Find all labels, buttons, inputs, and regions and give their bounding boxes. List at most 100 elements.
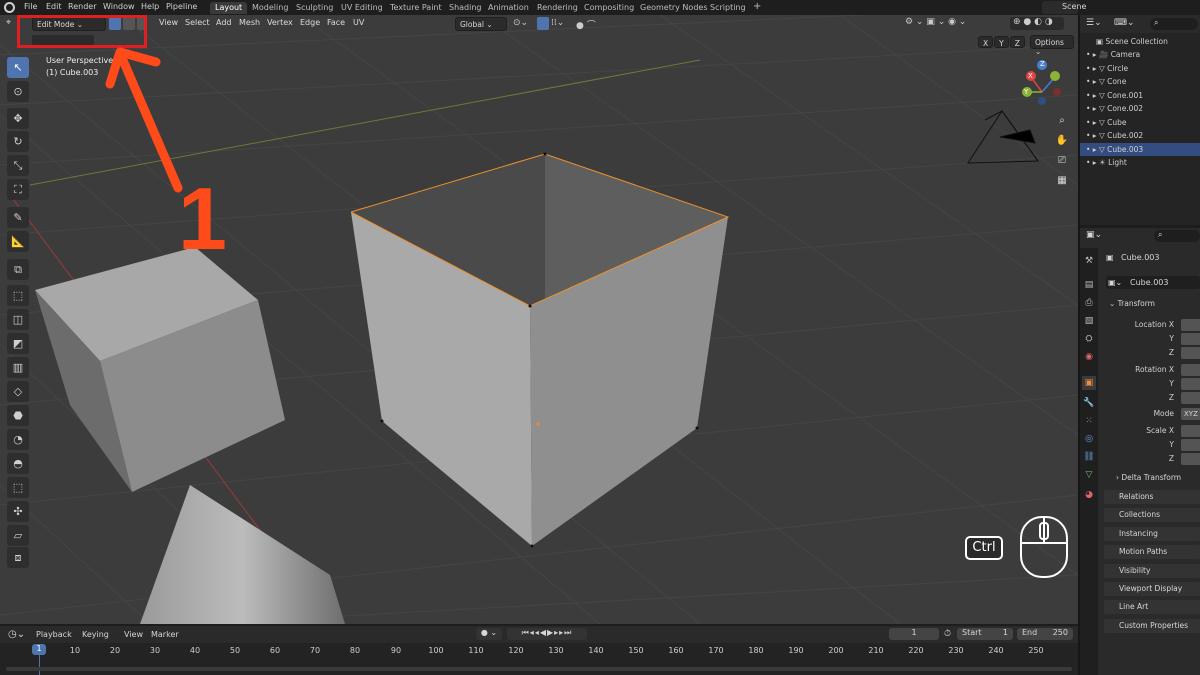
rotation-z-field[interactable] — [1181, 392, 1200, 404]
scale-tool-icon[interactable]: ⤡ — [7, 155, 29, 176]
menu-window[interactable]: Window — [103, 2, 135, 11]
menu-file[interactable]: File — [24, 2, 37, 11]
gizmo-x-label[interactable]: X — [1028, 72, 1033, 80]
orientation-dropdown[interactable]: Global ⌄ — [455, 17, 507, 31]
rotation-y-field[interactable] — [1181, 378, 1200, 390]
pivot-icon[interactable]: ⊙⌄ — [513, 18, 531, 30]
pan-hand-icon[interactable]: ✋ — [1054, 135, 1070, 151]
scale-y-field[interactable] — [1181, 439, 1200, 451]
grid-view-icon[interactable]: ▦ — [1054, 175, 1070, 191]
shading-buttons[interactable]: ⊕ ● ◐ ◑ — [1010, 17, 1064, 30]
tab-compositing[interactable]: Compositing — [579, 2, 639, 14]
scene-name[interactable]: Scene — [1062, 2, 1086, 11]
delta-transform-section[interactable]: › Delta Transform — [1116, 473, 1200, 485]
outliner-row-cone[interactable]: • ▸ ▽ Cone — [1080, 75, 1200, 89]
axis-lock-buttons[interactable]: X Y Z — [978, 36, 1025, 48]
tab-shading[interactable]: Shading — [444, 2, 487, 14]
shrink-fatten-tool-icon[interactable]: ✣ — [7, 501, 29, 522]
outliner-row-cube-002[interactable]: • ▸ ▽ Cube.002 — [1080, 129, 1200, 143]
instancing-section[interactable]: Instancing — [1104, 527, 1200, 541]
outliner-search-input[interactable]: ⌕ — [1150, 18, 1198, 30]
axis-x-button[interactable]: X — [978, 36, 994, 48]
axis-z-button[interactable]: Z — [1009, 36, 1025, 48]
menu-edit[interactable]: Edit — [46, 2, 62, 11]
data-tab-icon[interactable]: ▽ — [1082, 468, 1096, 482]
rotation-mode-dropdown[interactable]: XYZ — [1181, 408, 1200, 420]
menu-mesh[interactable]: Mesh — [239, 18, 260, 27]
outliner-row-camera[interactable]: • ▸ 🎥 Camera — [1080, 48, 1200, 62]
inset-tool-icon[interactable]: ◫ — [7, 309, 29, 330]
outliner-row-cube-003[interactable]: • ▸ ▽ Cube.003 — [1080, 142, 1200, 156]
modifier-tab-icon[interactable]: 🔧 — [1082, 396, 1096, 410]
outliner-type-icon[interactable]: ☰⌄ — [1086, 18, 1102, 28]
tab-sculpting[interactable]: Sculpting — [291, 2, 338, 14]
snap-icon[interactable] — [537, 17, 549, 30]
menu-pipeline[interactable]: Pipeline — [166, 2, 197, 11]
snap-options-icon[interactable]: ⁞⁞⌄ — [551, 18, 569, 30]
gizmo-y-label[interactable]: Y — [1024, 88, 1028, 96]
move-tool-icon[interactable]: ✥ — [7, 108, 29, 129]
loop-cut-tool-icon[interactable]: ▥ — [7, 357, 29, 378]
collections-section[interactable]: Collections — [1104, 508, 1200, 522]
location-y-field[interactable] — [1181, 333, 1200, 345]
world-tab-icon[interactable]: ◉ — [1082, 350, 1096, 364]
scale-x-field[interactable] — [1181, 425, 1200, 437]
menu-playback[interactable]: Playback — [36, 630, 72, 639]
add-cube-tool-icon[interactable]: ⧉ — [7, 259, 29, 280]
menu-help[interactable]: Help — [141, 2, 159, 11]
bevel-tool-icon[interactable]: ◩ — [7, 333, 29, 354]
tool-tab-icon[interactable]: ⚒ — [1082, 254, 1096, 268]
cursor-tool-icon[interactable]: ⊙ — [7, 81, 29, 102]
overlay-icons[interactable]: ⚙ ⌄ ▣ ⌄ ◉ ⌄ — [905, 17, 975, 30]
outliner-row-light[interactable]: • ▸ ☀ Light — [1080, 156, 1200, 170]
outliner-row-cone-002[interactable]: • ▸ ▽ Cone.002 — [1080, 102, 1200, 116]
zoom-icon[interactable]: ⌕ — [1054, 115, 1070, 131]
motion-paths-section[interactable]: Motion Paths — [1104, 545, 1200, 559]
material-tab-icon[interactable]: ◕ — [1082, 488, 1096, 502]
transform-section[interactable]: ⌄ Transform — [1104, 297, 1200, 311]
outliner-row-cone-001[interactable]: • ▸ ▽ Cone.001 — [1080, 89, 1200, 103]
menu-vertex[interactable]: Vertex — [267, 18, 293, 27]
current-frame-field[interactable]: 1 — [889, 628, 939, 640]
timeline-editor-icon[interactable]: ◷⌄ — [8, 629, 25, 640]
scene-tab-icon[interactable]: ⛭ — [1082, 332, 1096, 346]
measure-tool-icon[interactable]: 📐 — [7, 231, 29, 252]
transform-tool-icon[interactable]: ⛶ — [7, 179, 29, 200]
menu-view[interactable]: View — [159, 18, 178, 27]
particles-tab-icon[interactable]: ⁙ — [1082, 414, 1096, 428]
render-tab-icon[interactable]: ▤ — [1082, 278, 1096, 292]
shear-tool-icon[interactable]: ▱ — [7, 525, 29, 546]
playhead[interactable]: 1 — [32, 644, 46, 655]
menu-select[interactable]: Select — [185, 18, 210, 27]
menu-face[interactable]: Face — [327, 18, 345, 27]
extrude-tool-icon[interactable]: ⬚ — [7, 285, 29, 306]
proportional-edit-icon[interactable]: ● ⌒ — [576, 18, 606, 31]
camera-view-icon[interactable]: ⎚ — [1054, 155, 1070, 171]
scale-z-field[interactable] — [1181, 453, 1200, 465]
blender-logo-icon[interactable] — [4, 2, 15, 13]
tab-uv-editing[interactable]: UV Editing — [336, 2, 388, 14]
view-layer-tab-icon[interactable]: ▧ — [1082, 314, 1096, 328]
custom-properties-section[interactable]: Custom Properties — [1104, 619, 1200, 633]
3d-viewport[interactable]: Z X Y ⌖ Edit Mode ⌄ View Select Add Mesh… — [0, 15, 1078, 624]
smooth-tool-icon[interactable]: ◓ — [7, 453, 29, 474]
start-frame-field[interactable]: Start 1 — [957, 628, 1013, 640]
menu-add[interactable]: Add — [216, 18, 232, 27]
properties-search-input[interactable]: ⌕ — [1154, 230, 1200, 242]
menu-uv[interactable]: UV — [353, 18, 364, 27]
tab-texture-paint[interactable]: Texture Paint — [385, 2, 447, 14]
axis-y-button[interactable]: Y — [994, 36, 1009, 48]
rotation-x-field[interactable] — [1181, 364, 1200, 376]
playback-controls[interactable]: ⏮◂◂◀▶▸▸⏭ — [507, 628, 587, 640]
edge-slide-tool-icon[interactable]: ⬚ — [7, 477, 29, 498]
outliner-row-circle[interactable]: • ▸ ▽ Circle — [1080, 62, 1200, 76]
outliner-row-cube[interactable]: • ▸ ▽ Cube — [1080, 116, 1200, 130]
rotate-tool-icon[interactable]: ↻ — [7, 131, 29, 152]
spin-tool-icon[interactable]: ◔ — [7, 429, 29, 450]
location-z-field[interactable] — [1181, 347, 1200, 359]
tab-scripting[interactable]: Scripting — [705, 2, 751, 14]
menu-render[interactable]: Render — [68, 2, 96, 11]
location-x-field[interactable] — [1181, 319, 1200, 331]
record-button[interactable]: ● ⌄ — [476, 628, 502, 640]
end-frame-field[interactable]: End 250 — [1017, 628, 1073, 640]
